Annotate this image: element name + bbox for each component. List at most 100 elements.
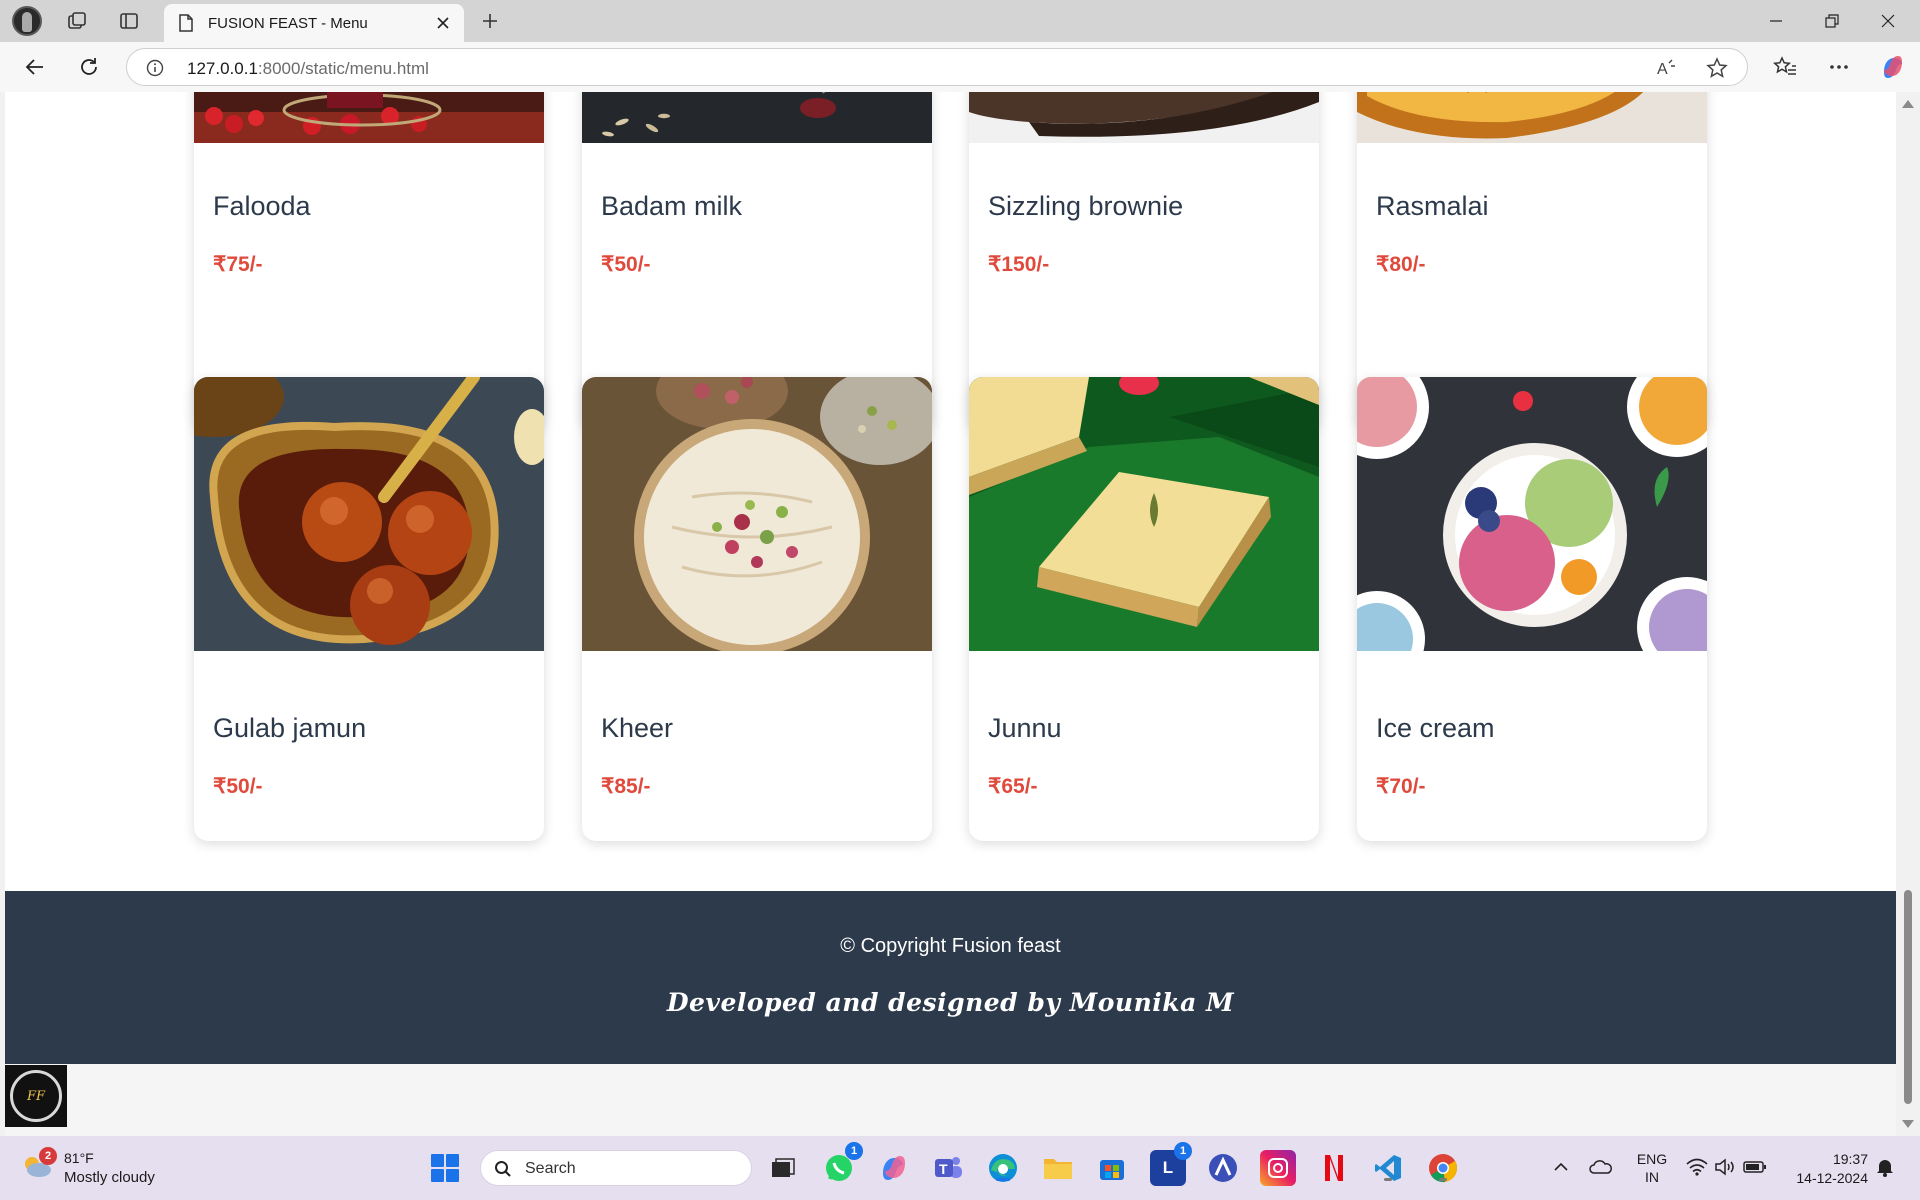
badam-milk-image [582,92,932,143]
battery-icon[interactable] [1742,1154,1768,1180]
browser-toolbar: 127.0.0.1:8000/static/menu.html A [0,42,1920,92]
item-name: Rasmalai [1376,191,1489,221]
scroll-up-arrow-icon[interactable] [1902,100,1914,108]
item-price: ₹50/- [213,775,263,798]
instagram-icon[interactable] [1260,1150,1296,1186]
scrollbar-thumb[interactable] [1904,890,1912,1104]
whatsapp-icon[interactable]: 1 [821,1142,863,1186]
page-scrollbar[interactable] [1896,92,1920,1136]
item-name: Junnu [988,713,1062,743]
gulab-jamun-image [194,377,544,651]
l-app-icon[interactable]: L 1 [1150,1142,1192,1186]
profile-icon[interactable] [12,6,42,36]
more-options-icon[interactable] [1824,52,1854,82]
vertical-tabs-icon[interactable] [114,6,144,36]
fusion-feast-logo[interactable]: FF [5,1065,67,1127]
start-button-icon[interactable] [431,1154,459,1182]
page-viewport: Falooda ₹75/- Badam milk ₹50/- Sizzling … [0,92,1920,1136]
new-tab-button[interactable] [475,6,505,36]
file-explorer-icon[interactable] [1040,1150,1076,1186]
copilot-icon[interactable] [1878,52,1908,82]
clock-date: 14-12-2024 [1796,1170,1868,1186]
item-price: ₹75/- [213,253,263,276]
item-price: ₹150/- [988,253,1050,276]
page-icon [176,13,196,33]
page-footer: © Copyright Fusion feast Developed and d… [5,891,1896,1064]
item-name: Badam milk [601,191,743,221]
volume-icon[interactable] [1712,1154,1738,1180]
onedrive-icon[interactable] [1588,1154,1614,1180]
sizzling-brownie-image [969,92,1319,143]
rasmalai-image [1357,92,1707,143]
svg-text:A: A [1657,61,1668,78]
wifi-icon[interactable] [1684,1154,1710,1180]
developer-credit: Developed and designed by Mounika M [666,988,1235,1017]
weather-widget[interactable]: 2 81°F Mostly cloudy [20,1146,180,1190]
ice-cream-image [1357,377,1707,651]
url-text[interactable]: 127.0.0.1:8000/static/menu.html [187,59,429,79]
l-app-badge: 1 [1174,1142,1192,1160]
teams-icon[interactable]: T [930,1150,966,1186]
windows-taskbar: 2 81°F Mostly cloudy Search 1 T L 1 ENG … [0,1136,1920,1200]
region-code: IN [1645,1169,1659,1185]
item-name: Ice cream [1376,713,1495,743]
logo-ring: FF [10,1070,62,1122]
weather-alert-badge: 2 [39,1147,57,1165]
vscode-icon[interactable] [1370,1150,1406,1186]
item-price: ₹80/- [1376,253,1426,276]
close-window-button[interactable] [1860,0,1916,42]
address-bar[interactable]: 127.0.0.1:8000/static/menu.html A [126,48,1748,86]
menu-card-kheer[interactable]: Kheer ₹85/- [582,377,932,841]
browser-titlebar: FUSION FEAST - Menu [0,0,1920,42]
svg-text:T: T [939,1161,948,1177]
netflix-icon[interactable] [1316,1150,1352,1186]
menu-card-gulab-jamun[interactable]: Gulab jamun ₹50/- [194,377,544,841]
clock-time: 19:37 [1832,1151,1868,1167]
whatsapp-badge: 1 [845,1142,863,1160]
delta-app-icon[interactable] [1205,1150,1241,1186]
item-name: Gulab jamun [213,713,367,743]
read-aloud-icon[interactable]: A [1655,56,1679,80]
copilot-app-icon[interactable] [876,1150,912,1186]
restore-button[interactable] [1804,0,1860,42]
url-host: 127.0.0.1 [187,59,258,78]
show-hidden-icons-chevron-icon[interactable] [1548,1154,1574,1180]
scroll-down-arrow-icon[interactable] [1902,1120,1914,1128]
minimize-button[interactable] [1748,0,1804,42]
system-clock[interactable]: 19:37 14-12-2024 [1784,1150,1868,1188]
back-icon[interactable] [20,52,50,82]
microsoft-store-icon[interactable] [1094,1150,1130,1186]
item-price: ₹85/- [601,775,651,798]
item-price: ₹50/- [601,253,651,276]
search-icon [493,1159,513,1179]
item-name: Kheer [601,713,674,743]
taskbar-search[interactable]: Search [480,1150,752,1186]
item-price: ₹70/- [1376,775,1426,798]
junnu-image [969,377,1319,651]
chrome-icon[interactable] [1425,1150,1461,1186]
favorites-icon[interactable] [1770,52,1800,82]
item-price: ₹65/- [988,775,1038,798]
reload-icon[interactable] [74,52,104,82]
tab-title: FUSION FEAST - Menu [208,14,368,32]
workspaces-icon[interactable] [62,6,92,36]
kheer-image [582,377,932,651]
temperature: 81°F [64,1150,94,1166]
favorite-star-icon[interactable] [1705,56,1729,80]
task-view-icon[interactable] [765,1150,801,1186]
page-bottom-area [5,1064,1896,1136]
falooda-image [194,92,544,143]
edge-browser-icon[interactable] [985,1150,1021,1186]
language-code: ENG [1636,1151,1668,1167]
site-info-icon[interactable] [145,58,165,78]
menu-card-ice-cream[interactable]: Ice cream ₹70/- [1357,377,1707,841]
search-label: Search [525,1160,576,1177]
close-tab-icon[interactable] [428,8,458,38]
language-indicator[interactable]: ENG IN [1634,1150,1670,1186]
browser-tab[interactable]: FUSION FEAST - Menu [164,4,464,42]
logo-mark: FF [26,1088,46,1104]
menu-card-junnu[interactable]: Junnu ₹65/- [969,377,1319,841]
notification-bell-icon[interactable] [1872,1154,1898,1180]
weather-condition: Mostly cloudy [64,1169,155,1186]
item-name: Falooda [213,191,311,221]
